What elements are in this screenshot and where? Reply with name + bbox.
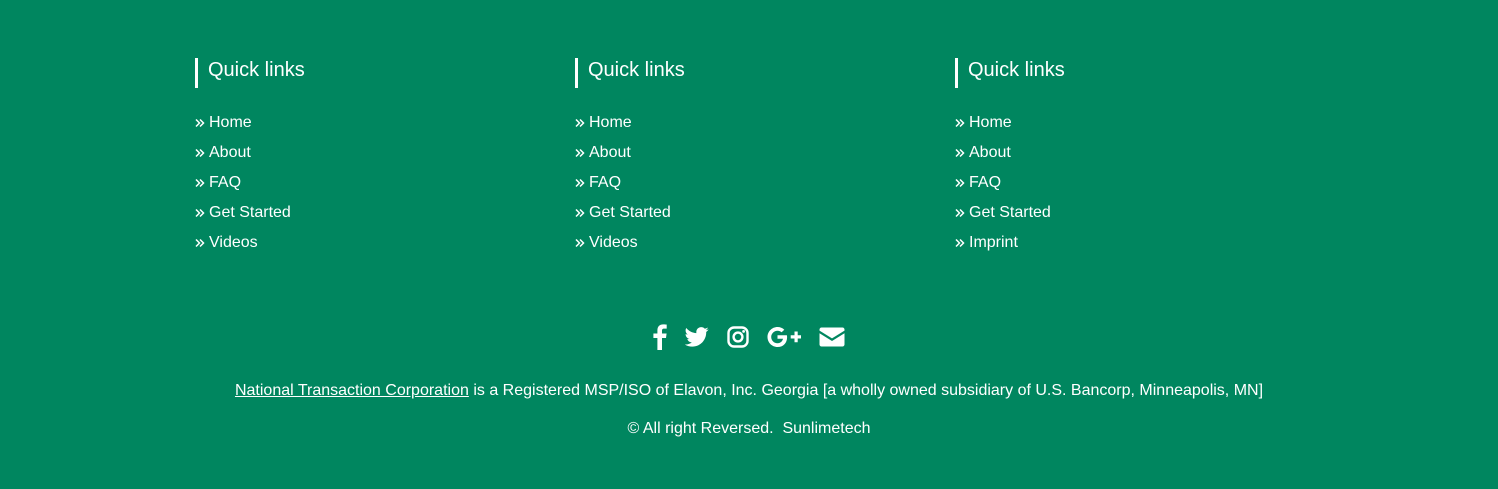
link-label: Get Started xyxy=(209,204,291,221)
link-label: Videos xyxy=(209,234,258,251)
link-faq[interactable]: FAQ xyxy=(955,168,1001,198)
link-get-started[interactable]: Get Started xyxy=(575,198,671,228)
social-links xyxy=(0,322,1498,352)
list-item: About xyxy=(955,138,1295,168)
link-about[interactable]: About xyxy=(195,138,251,168)
double-chevron-right-icon xyxy=(195,178,209,188)
email-icon[interactable] xyxy=(819,322,845,352)
double-chevron-right-icon xyxy=(575,238,589,248)
footer-column-1: Quick links Home About FAQ Get Started V… xyxy=(195,58,535,258)
double-chevron-right-icon xyxy=(575,118,589,128)
link-home[interactable]: Home xyxy=(195,108,252,138)
list-item: FAQ xyxy=(955,168,1295,198)
company-link[interactable]: National Transaction Corporation xyxy=(235,382,469,399)
double-chevron-right-icon xyxy=(195,238,209,248)
list-item: About xyxy=(195,138,535,168)
list-item: About xyxy=(575,138,915,168)
google-plus-icon[interactable] xyxy=(767,322,801,352)
copyright-text: © All right Reversed. Sunlimetech xyxy=(627,420,871,437)
list-item: Imprint xyxy=(955,228,1295,258)
legal-notice: National Transaction Corporation is a Re… xyxy=(0,381,1498,401)
column-title: Quick links xyxy=(195,58,535,88)
list-item: Get Started xyxy=(955,198,1295,228)
facebook-icon[interactable] xyxy=(653,322,667,352)
link-label: Get Started xyxy=(589,204,671,221)
link-imprint[interactable]: Imprint xyxy=(955,228,1018,258)
link-about[interactable]: About xyxy=(575,138,631,168)
list-item: Get Started xyxy=(195,198,535,228)
double-chevron-right-icon xyxy=(955,118,969,128)
column-title: Quick links xyxy=(575,58,915,88)
footer-column-2: Quick links Home About FAQ Get Started V… xyxy=(575,58,915,258)
link-label: Home xyxy=(969,114,1012,131)
link-label: Home xyxy=(589,114,632,131)
link-label: FAQ xyxy=(209,174,242,191)
link-get-started[interactable]: Get Started xyxy=(195,198,291,228)
double-chevron-right-icon xyxy=(575,178,589,188)
double-chevron-right-icon xyxy=(575,148,589,158)
double-chevron-right-icon xyxy=(195,148,209,158)
legal-text: is a Registered MSP/ISO of Elavon, Inc. … xyxy=(468,382,1264,399)
link-label: About xyxy=(969,144,1011,161)
list-item: Videos xyxy=(575,228,915,258)
link-videos[interactable]: Videos xyxy=(195,228,258,258)
link-label: FAQ xyxy=(969,174,1002,191)
link-label: About xyxy=(589,144,631,161)
list-item: FAQ xyxy=(575,168,915,198)
list-item: Get Started xyxy=(575,198,915,228)
link-label: Videos xyxy=(589,234,638,251)
double-chevron-right-icon xyxy=(955,178,969,188)
link-get-started[interactable]: Get Started xyxy=(955,198,1051,228)
link-label: FAQ xyxy=(589,174,622,191)
double-chevron-right-icon xyxy=(955,208,969,218)
link-about[interactable]: About xyxy=(955,138,1011,168)
double-chevron-right-icon xyxy=(575,208,589,218)
quick-links-list: Home About FAQ Get Started Videos xyxy=(575,108,915,258)
double-chevron-right-icon xyxy=(195,118,209,128)
quick-links-list: Home About FAQ Get Started Videos xyxy=(195,108,535,258)
list-item: Home xyxy=(955,108,1295,138)
link-home[interactable]: Home xyxy=(575,108,632,138)
link-label: Get Started xyxy=(969,204,1051,221)
column-title: Quick links xyxy=(955,58,1295,88)
link-label: About xyxy=(209,144,251,161)
link-label: Home xyxy=(209,114,252,131)
link-label: Imprint xyxy=(969,234,1018,251)
double-chevron-right-icon xyxy=(955,148,969,158)
quick-links-list: Home About FAQ Get Started Imprint xyxy=(955,108,1295,258)
list-item: Videos xyxy=(195,228,535,258)
link-home[interactable]: Home xyxy=(955,108,1012,138)
list-item: Home xyxy=(195,108,535,138)
link-videos[interactable]: Videos xyxy=(575,228,638,258)
list-item: FAQ xyxy=(195,168,535,198)
double-chevron-right-icon xyxy=(195,208,209,218)
list-item: Home xyxy=(575,108,915,138)
twitter-icon[interactable] xyxy=(685,322,709,352)
instagram-icon[interactable] xyxy=(727,322,749,352)
link-faq[interactable]: FAQ xyxy=(575,168,621,198)
double-chevron-right-icon xyxy=(955,238,969,248)
footer-column-3: Quick links Home About FAQ Get Started I… xyxy=(955,58,1295,258)
link-faq[interactable]: FAQ xyxy=(195,168,241,198)
